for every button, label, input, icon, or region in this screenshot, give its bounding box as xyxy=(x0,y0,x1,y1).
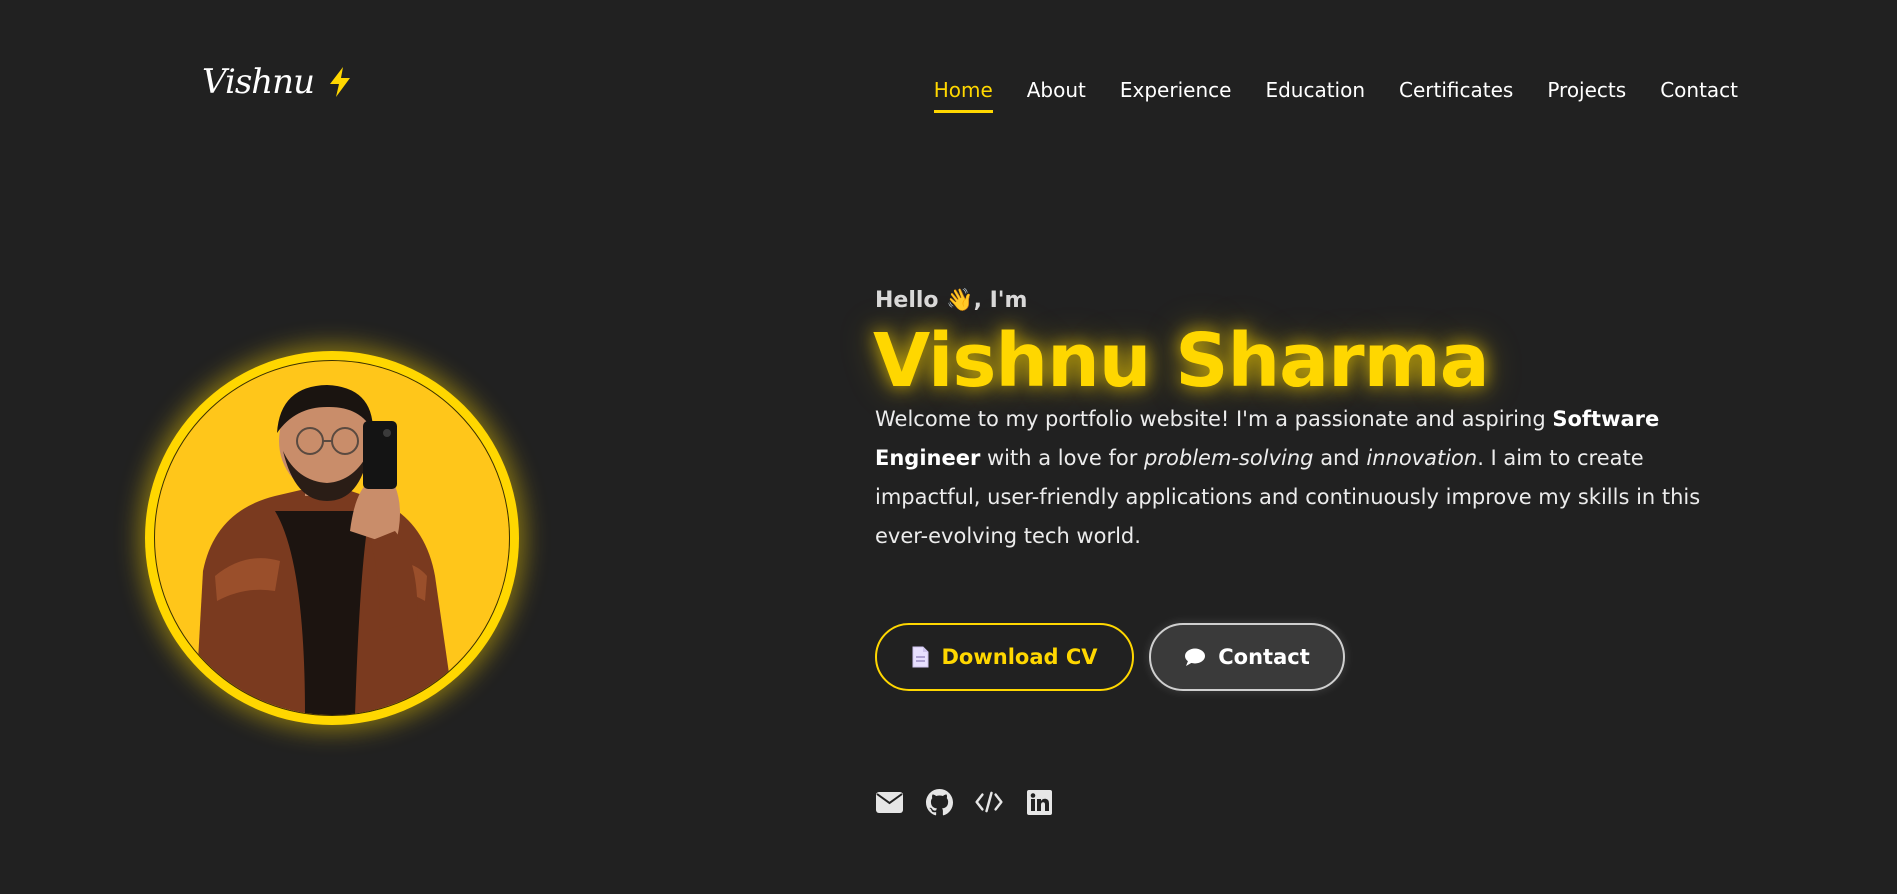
email-link[interactable] xyxy=(875,788,903,816)
nav-item-certificates[interactable]: Certificates xyxy=(1399,78,1513,113)
profile-avatar xyxy=(145,351,519,725)
logo[interactable]: Vishnu xyxy=(202,62,352,102)
document-icon xyxy=(912,646,929,668)
bio-italic-innovation: innovation xyxy=(1366,446,1478,470)
hero-name: Vishnu Sharma xyxy=(873,318,1490,404)
github-link[interactable] xyxy=(925,788,953,816)
envelope-icon xyxy=(875,791,903,813)
social-links xyxy=(875,788,1053,816)
waving-hand-icon: 👋 xyxy=(946,288,974,313)
nav-item-projects[interactable]: Projects xyxy=(1547,78,1626,113)
hero-bio: Welcome to my portfolio website! I'm a p… xyxy=(875,400,1725,556)
greeting-text: Hello 👋, I'm xyxy=(875,288,1027,313)
download-cv-label: Download CV xyxy=(941,645,1098,669)
download-cv-button[interactable]: Download CV xyxy=(875,623,1134,691)
person-illustration xyxy=(195,385,455,715)
code-icon xyxy=(975,791,1003,813)
bio-text-1: Welcome to my portfolio website! I'm a p… xyxy=(875,407,1553,431)
bio-text-3: and xyxy=(1313,446,1367,470)
page: Vishnu Home About Experience Education C… xyxy=(0,0,1897,894)
linkedin-link[interactable] xyxy=(1025,788,1053,816)
nav-item-home[interactable]: Home xyxy=(933,78,993,113)
linkedin-icon xyxy=(1026,789,1052,815)
nav-item-about[interactable]: About xyxy=(1027,78,1086,113)
logo-text: Vishnu xyxy=(202,62,315,102)
greeting-im: , I'm xyxy=(973,288,1028,313)
greeting-hello: Hello xyxy=(875,288,939,313)
nav-item-contact[interactable]: Contact xyxy=(1660,78,1738,113)
bio-italic-problem-solving: problem-solving xyxy=(1144,446,1314,470)
code-link[interactable] xyxy=(975,788,1003,816)
contact-button-label: Contact xyxy=(1218,645,1310,669)
contact-button[interactable]: Contact xyxy=(1149,623,1345,691)
nav-item-education[interactable]: Education xyxy=(1265,78,1365,113)
lightning-bolt-icon xyxy=(329,67,350,97)
nav-item-experience[interactable]: Experience xyxy=(1120,78,1232,113)
chat-bubble-icon xyxy=(1185,648,1206,666)
main-nav: Home About Experience Education Certific… xyxy=(933,78,1738,113)
bio-text-2: with a love for xyxy=(980,446,1145,470)
github-icon xyxy=(925,788,953,815)
profile-photo xyxy=(154,360,510,716)
